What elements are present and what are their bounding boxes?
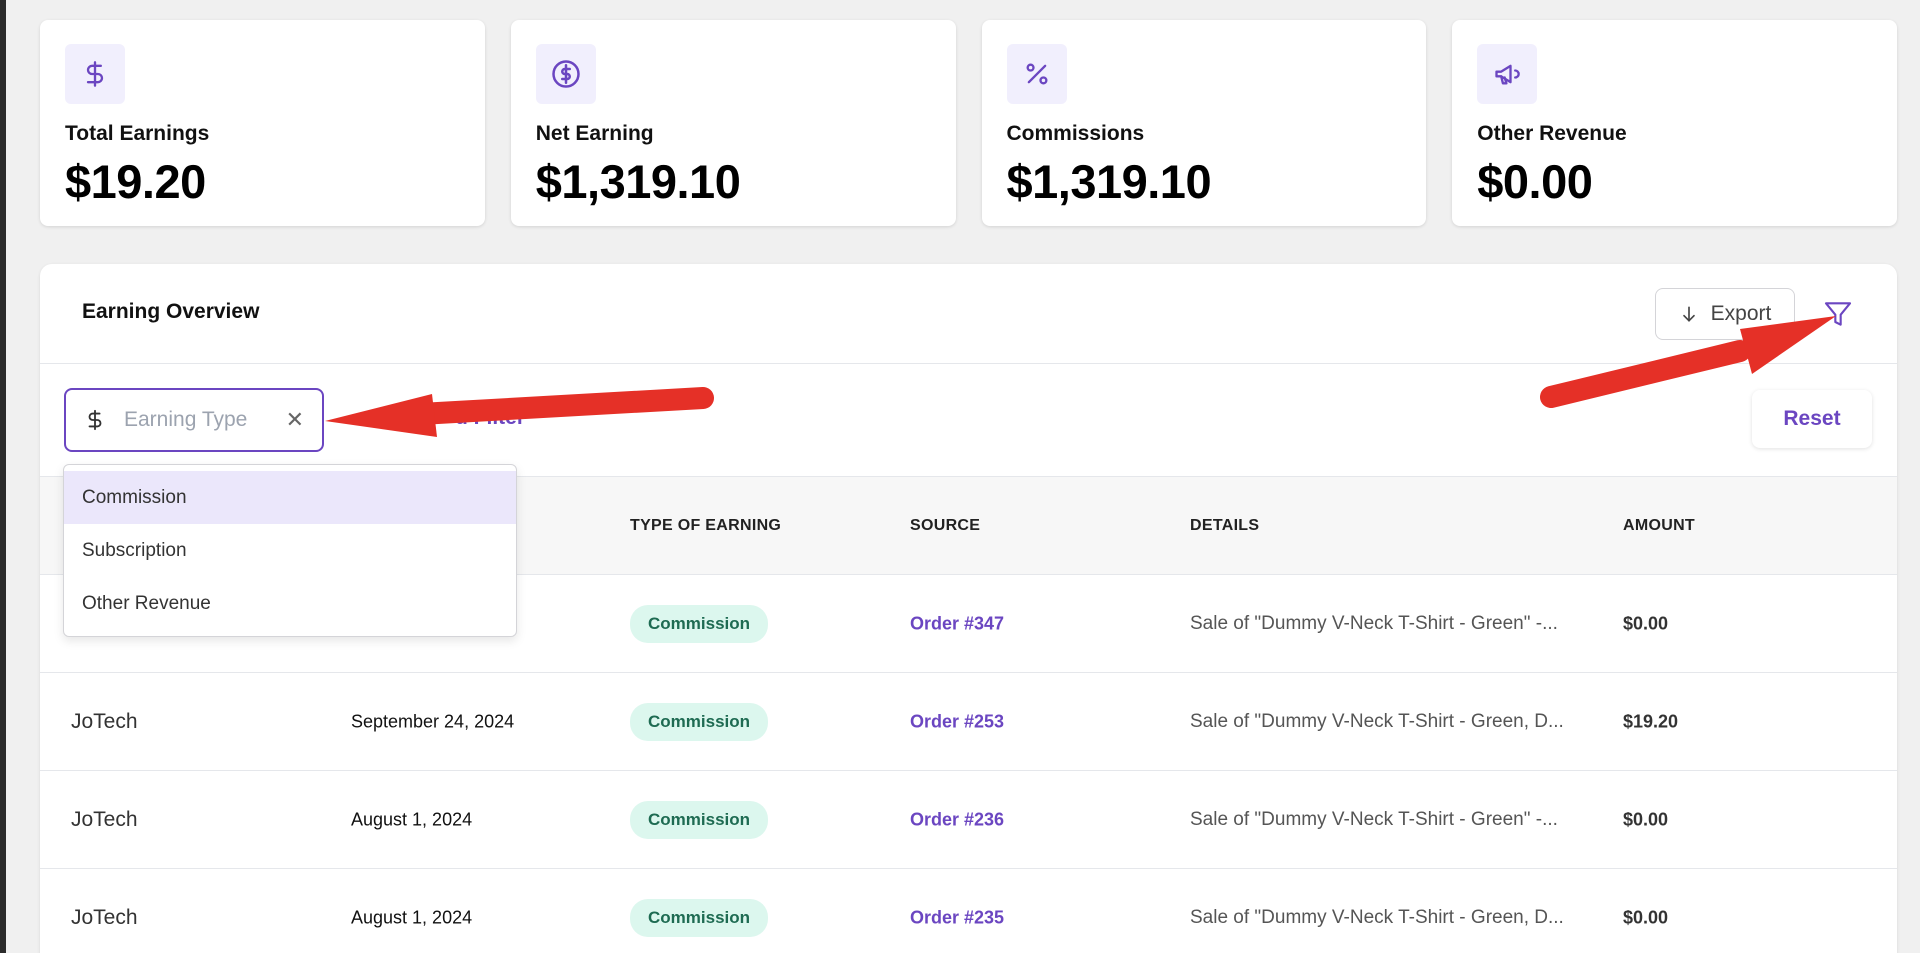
percent-icon [1006, 44, 1067, 104]
table-row: JoTech August 1, 2024 Commission Order #… [40, 869, 1897, 953]
stat-value: $1,319.10 [1006, 155, 1212, 208]
stat-value: $0.00 [1477, 155, 1593, 208]
type-cell: Commission [630, 800, 769, 839]
type-badge: Commission [630, 898, 769, 937]
details-cell: Sale of "Dummy V-Neck T-Shirt - Green, D… [1190, 906, 1564, 928]
details-cell: Sale of "Dummy V-Neck T-Shirt - Green, D… [1190, 710, 1564, 732]
amount-cell: $0.00 [1623, 907, 1669, 927]
type-badge: Commission [630, 604, 769, 643]
amount-cell: $19.20 [1623, 711, 1679, 731]
dropdown-option-commission[interactable]: Commission [64, 471, 516, 524]
panel-title: Earning Overview [82, 300, 260, 323]
earning-type-select[interactable]: ✕ [64, 388, 324, 452]
panel-header: Earning Overview Export [40, 264, 1897, 364]
vendor-cell: JoTech [71, 807, 138, 831]
stat-card-net-earning: Net Earning $1,319.10 [510, 20, 956, 226]
type-cell: Commission [630, 702, 769, 741]
column-header-details: DETAILS [1190, 517, 1260, 534]
vendor-cell: JoTech [71, 905, 138, 929]
table-row: JoTech September 24, 2024 Commission Ord… [40, 673, 1897, 771]
date-cell: August 1, 2024 [351, 907, 473, 927]
megaphone-icon [1477, 44, 1538, 104]
filter-icon [1824, 302, 1852, 326]
export-label: Export [1710, 302, 1772, 325]
stat-label: Commissions [1006, 122, 1145, 145]
reset-button[interactable]: Reset [1752, 390, 1872, 448]
stat-label: Other Revenue [1477, 122, 1627, 145]
type-badge: Commission [630, 800, 769, 839]
stat-value: $19.20 [65, 155, 206, 208]
filter-toggle-button[interactable] [1818, 294, 1858, 334]
type-cell: Commission [630, 898, 769, 937]
stat-card-commissions: Commissions $1,319.10 [981, 20, 1427, 226]
dollar-sign-icon [65, 44, 125, 104]
column-header-type: TYPE OF EARNING [630, 517, 782, 534]
export-button[interactable]: Export [1655, 288, 1795, 340]
type-cell: Commission [630, 604, 769, 643]
source-link[interactable]: Order #253 [910, 711, 1004, 732]
source-link[interactable]: Order #235 [910, 907, 1004, 928]
stat-card-other-revenue: Other Revenue $0.00 [1452, 20, 1897, 226]
filter-row: ✕ d Filter Reset [40, 364, 1897, 477]
add-filter-link[interactable]: d Filter [455, 406, 525, 430]
stat-label: Total Earnings [65, 122, 210, 145]
stat-value: $1,319.10 [535, 155, 741, 208]
details-cell: Sale of "Dummy V-Neck T-Shirt - Green" -… [1190, 808, 1558, 830]
column-header-source: SOURCE [910, 517, 981, 534]
amount-cell: $0.00 [1623, 809, 1669, 829]
dropdown-option-subscription[interactable]: Subscription [64, 524, 516, 577]
vendor-cell: JoTech [71, 709, 138, 733]
column-header-amount: AMOUNT [1623, 517, 1696, 534]
amount-cell: $0.00 [1623, 613, 1669, 633]
dropdown-option-other-revenue[interactable]: Other Revenue [64, 577, 516, 630]
dollar-sign-icon [88, 409, 102, 431]
type-badge: Commission [630, 702, 769, 741]
date-cell: September 24, 2024 [351, 711, 515, 731]
arrow-down-icon [1682, 306, 1695, 322]
stat-card-total-earnings: Total Earnings $19.20 [40, 20, 485, 226]
earning-type-input[interactable] [124, 408, 274, 432]
date-cell: August 1, 2024 [351, 809, 473, 829]
stat-label: Net Earning [535, 122, 654, 145]
table-row: JoTech August 1, 2024 Commission Order #… [40, 771, 1897, 869]
earning-type-dropdown: Commission Subscription Other Revenue [63, 464, 517, 637]
source-link[interactable]: Order #236 [910, 809, 1004, 830]
source-link[interactable]: Order #347 [910, 613, 1004, 634]
left-edge-bar [0, 0, 6, 953]
clear-icon[interactable]: ✕ [286, 407, 304, 433]
details-cell: Sale of "Dummy V-Neck T-Shirt - Green" -… [1190, 612, 1558, 634]
dollar-circle-icon [535, 44, 596, 104]
stats-row: Total Earnings $19.20 Net Earning $1,319… [40, 20, 1897, 226]
